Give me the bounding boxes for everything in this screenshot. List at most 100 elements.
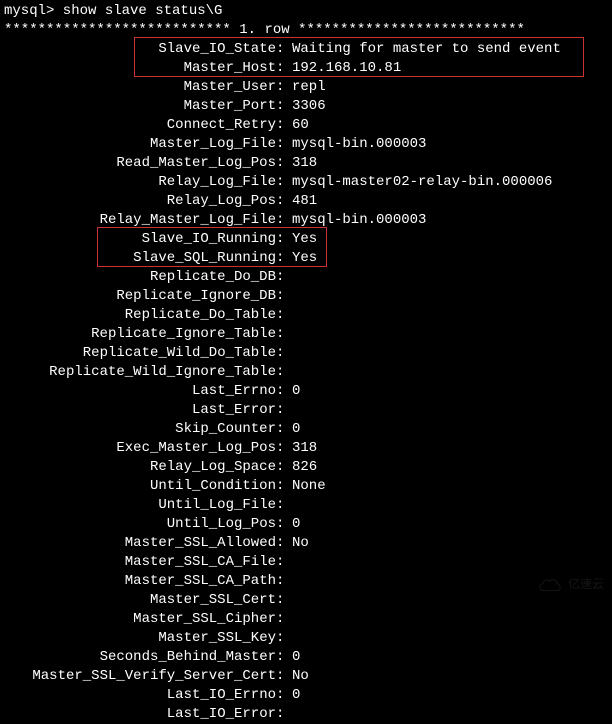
status-value: None (284, 477, 326, 496)
mysql-prompt: mysql> show slave status\G (4, 2, 608, 21)
colon: : (276, 686, 284, 705)
status-value: 318 (284, 439, 317, 458)
status-label: Skip_Counter (4, 420, 276, 439)
status-value (284, 629, 292, 648)
status-value: 826 (284, 458, 317, 477)
status-row: Read_Master_Log_Pos:318 (4, 154, 608, 173)
status-row: Master_Log_File:mysql-bin.000003 (4, 135, 608, 154)
status-row: Replicate_Ignore_Table: (4, 325, 608, 344)
cloud-icon (536, 576, 564, 594)
watermark-text: 亿速云 (568, 575, 604, 594)
status-label: Last_IO_Errno (4, 686, 276, 705)
colon: : (276, 287, 284, 306)
status-row: Master_SSL_CA_File: (4, 553, 608, 572)
status-label: Read_Master_Log_Pos (4, 154, 276, 173)
status-label: Slave_SQL_Running (4, 249, 276, 268)
colon: : (276, 363, 284, 382)
colon: : (276, 230, 284, 249)
status-row: Relay_Log_Pos:481 (4, 192, 608, 211)
colon: : (276, 268, 284, 287)
status-value (284, 553, 292, 572)
colon: : (276, 173, 284, 192)
colon: : (276, 667, 284, 686)
status-row: Relay_Log_File:mysql-master02-relay-bin.… (4, 173, 608, 192)
colon: : (276, 572, 284, 591)
status-row: Until_Condition:None (4, 477, 608, 496)
colon: : (276, 116, 284, 135)
colon: : (276, 192, 284, 211)
colon: : (276, 553, 284, 572)
status-row: Replicate_Ignore_DB: (4, 287, 608, 306)
status-value (284, 287, 292, 306)
status-label: Slave_IO_State (4, 40, 276, 59)
status-label: Master_User (4, 78, 276, 97)
colon: : (276, 496, 284, 515)
status-value: 60 (284, 116, 309, 135)
status-row: Until_Log_Pos:0 (4, 515, 608, 534)
status-value: mysql-bin.000003 (284, 135, 426, 154)
status-label: Last_Errno (4, 382, 276, 401)
status-label: Until_Log_Pos (4, 515, 276, 534)
status-value: 3306 (284, 97, 326, 116)
colon: : (276, 344, 284, 363)
status-value (284, 591, 292, 610)
status-row: Exec_Master_Log_Pos:318 (4, 439, 608, 458)
colon: : (276, 40, 284, 59)
status-value (284, 401, 292, 420)
colon: : (276, 78, 284, 97)
status-row: Slave_IO_State:Waiting for master to sen… (4, 40, 608, 59)
colon: : (276, 629, 284, 648)
status-label: Replicate_Do_Table (4, 306, 276, 325)
status-row: Master_SSL_Key: (4, 629, 608, 648)
row-header: *************************** 1. row *****… (4, 21, 608, 40)
colon: : (276, 325, 284, 344)
status-row: Replicate_Wild_Do_Table: (4, 344, 608, 363)
colon: : (276, 591, 284, 610)
status-value (284, 496, 292, 515)
colon: : (276, 249, 284, 268)
status-row: Last_IO_Error: (4, 705, 608, 724)
status-value: 0 (284, 686, 300, 705)
status-label: Relay_Log_Pos (4, 192, 276, 211)
status-value (284, 610, 292, 629)
status-row: Master_SSL_Allowed:No (4, 534, 608, 553)
status-value: mysql-master02-relay-bin.000006 (284, 173, 552, 192)
colon: : (276, 211, 284, 230)
status-value (284, 306, 292, 325)
status-value: 0 (284, 420, 300, 439)
colon: : (276, 477, 284, 496)
colon: : (276, 458, 284, 477)
colon: : (276, 420, 284, 439)
status-row: Master_SSL_Cert: (4, 591, 608, 610)
status-value: 0 (284, 382, 300, 401)
status-value: No (284, 667, 309, 686)
status-row: Master_SSL_Cipher: (4, 610, 608, 629)
status-label: Seconds_Behind_Master (4, 648, 276, 667)
colon: : (276, 515, 284, 534)
status-row: Last_Errno:0 (4, 382, 608, 401)
status-value: Waiting for master to send event (284, 40, 561, 59)
status-label: Slave_IO_Running (4, 230, 276, 249)
colon: : (276, 610, 284, 629)
colon: : (276, 59, 284, 78)
status-value: 481 (284, 192, 317, 211)
status-row: Master_SSL_Verify_Server_Cert:No (4, 667, 608, 686)
status-label: Master_SSL_Verify_Server_Cert (4, 667, 276, 686)
colon: : (276, 154, 284, 173)
status-value: 0 (284, 515, 300, 534)
status-label: Master_Port (4, 97, 276, 116)
status-label: Last_IO_Error (4, 705, 276, 724)
status-label: Relay_Log_Space (4, 458, 276, 477)
status-label: Replicate_Wild_Do_Table (4, 344, 276, 363)
status-label: Last_Error (4, 401, 276, 420)
status-value: 0 (284, 648, 300, 667)
colon: : (276, 534, 284, 553)
status-value (284, 325, 292, 344)
colon: : (276, 382, 284, 401)
status-label: Until_Log_File (4, 496, 276, 515)
status-label: Master_SSL_Allowed (4, 534, 276, 553)
status-row: Skip_Counter:0 (4, 420, 608, 439)
colon: : (276, 135, 284, 154)
colon: : (276, 439, 284, 458)
status-row: Slave_IO_Running:Yes (4, 230, 608, 249)
